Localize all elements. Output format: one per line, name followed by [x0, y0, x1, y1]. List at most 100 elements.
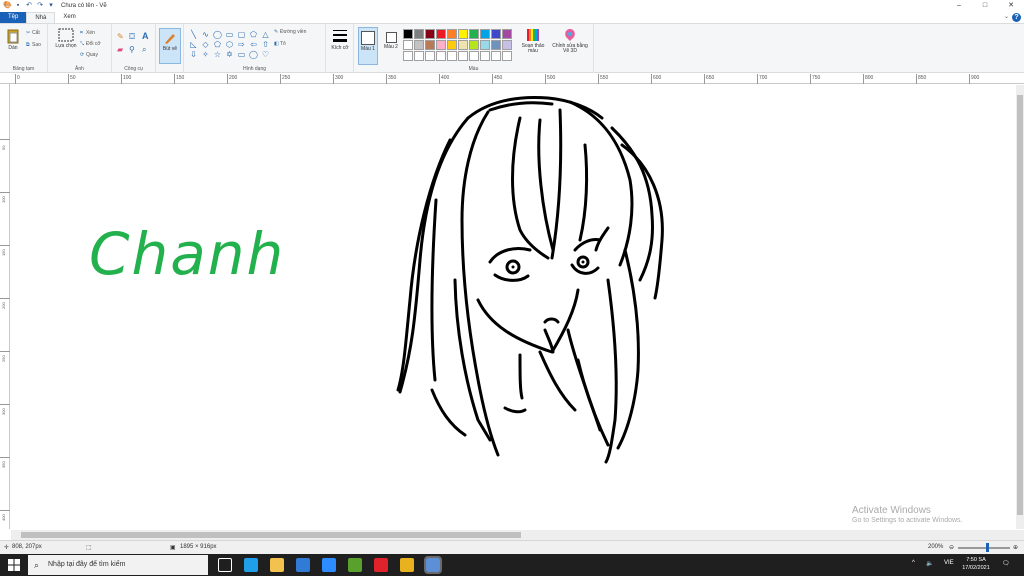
taskbar-app-mail-icon[interactable]	[296, 558, 310, 572]
palette-swatch[interactable]	[414, 51, 424, 61]
palette-swatch[interactable]	[425, 40, 435, 50]
palette-swatch[interactable]	[480, 40, 490, 50]
drawing-canvas[interactable]: Chanh	[11, 85, 1024, 529]
triangle-shape-icon[interactable]: △	[260, 30, 271, 40]
rotate-button[interactable]: ⟳ Quay	[80, 52, 98, 58]
eraser-icon[interactable]: ▰	[117, 45, 123, 54]
color2-button[interactable]: Màu 2	[381, 27, 401, 50]
taskbar-app-zoom-icon[interactable]	[322, 558, 336, 572]
zoom-out-button[interactable]: ⊖	[949, 544, 954, 551]
palette-swatch[interactable]	[447, 51, 457, 61]
tab-file[interactable]: Tệp	[0, 12, 27, 23]
palette-swatch[interactable]	[469, 29, 479, 39]
hexagon-shape-icon[interactable]: ⬡	[224, 40, 235, 50]
palette-swatch[interactable]	[436, 40, 446, 50]
windows-start-icon[interactable]	[8, 559, 20, 571]
taskbar-app-app-green-icon[interactable]	[348, 558, 362, 572]
crop-button[interactable]: ⌗ Xén	[80, 30, 95, 36]
polygon-shape-icon[interactable]: ⬠	[248, 30, 259, 40]
palette-swatch[interactable]	[480, 29, 490, 39]
palette-swatch[interactable]	[491, 40, 501, 50]
right-arrow-shape-icon[interactable]: ⇨	[236, 40, 247, 50]
diamond-shape-icon[interactable]: ◇	[200, 40, 211, 50]
palette-swatch[interactable]	[469, 51, 479, 61]
taskbar-app-edge-icon[interactable]	[244, 558, 258, 572]
taskbar-app-opera-icon[interactable]	[374, 558, 388, 572]
horizontal-scrollbar[interactable]	[11, 530, 1024, 540]
close-button[interactable]: ✕	[998, 0, 1024, 12]
palette-swatch[interactable]	[502, 29, 512, 39]
customize-toolbar-icon[interactable]: ▾	[47, 2, 55, 10]
rectangle-shape-icon[interactable]: ▭	[224, 30, 235, 40]
taskbar-clock[interactable]: 7:50 SA 17/02/2021	[958, 556, 994, 572]
brushes-button[interactable]: Bút vẽ	[159, 28, 181, 64]
palette-swatch[interactable]	[403, 51, 413, 61]
color-picker-icon[interactable]: ⚲	[129, 45, 135, 54]
edit-colors-button[interactable]: Soạn thảo màu	[518, 28, 548, 54]
palette-swatch[interactable]	[458, 51, 468, 61]
palette-swatch[interactable]	[403, 29, 413, 39]
notification-icon[interactable]: 🗨	[1002, 560, 1010, 567]
magnifier-icon[interactable]: ⌕	[142, 45, 146, 55]
vertical-scrollbar[interactable]	[1016, 85, 1024, 529]
resize-button[interactable]: ⤡ Đổi cỡ	[80, 41, 101, 47]
fill-bucket-icon[interactable]: ⛋	[129, 32, 135, 42]
palette-swatch[interactable]	[403, 40, 413, 50]
taskbar-app-chrome-icon[interactable]	[400, 558, 414, 572]
paste-button[interactable]: Dán	[3, 28, 23, 51]
palette-swatch[interactable]	[425, 51, 435, 61]
palette-swatch[interactable]	[502, 40, 512, 50]
taskbar-app-paint-icon[interactable]	[424, 556, 442, 574]
volume-icon[interactable]: 🔈	[926, 560, 933, 567]
maximize-button[interactable]: □	[972, 0, 998, 12]
palette-swatch[interactable]	[436, 29, 446, 39]
size-button[interactable]: Kích cỡ	[329, 28, 351, 51]
help-icon[interactable]: ?	[1012, 13, 1021, 22]
language-indicator[interactable]: VIE	[944, 560, 954, 566]
six-point-star-shape-icon[interactable]: ✡	[224, 50, 235, 60]
text-tool-icon[interactable]: A	[142, 31, 149, 41]
palette-swatch[interactable]	[480, 51, 490, 61]
taskbar-app-file-explorer-icon[interactable]	[270, 558, 284, 572]
palette-swatch[interactable]	[502, 51, 512, 61]
tab-view[interactable]: Xem	[55, 12, 83, 23]
palette-swatch[interactable]	[425, 29, 435, 39]
palette-swatch[interactable]	[491, 29, 501, 39]
heart-shape-icon[interactable]: ♡	[260, 50, 271, 60]
down-arrow-shape-icon[interactable]: ⇩	[188, 50, 199, 60]
outline-button[interactable]: ✎ Đường viền	[274, 29, 306, 35]
oval-callout-shape-icon[interactable]: ◯	[248, 50, 259, 60]
line-shape-icon[interactable]: ╲	[188, 30, 199, 40]
four-point-star-shape-icon[interactable]: ✧	[200, 50, 211, 60]
oval-shape-icon[interactable]: ◯	[212, 30, 223, 40]
palette-swatch[interactable]	[414, 40, 424, 50]
right-triangle-shape-icon[interactable]: ◺	[188, 40, 199, 50]
copy-button[interactable]: ⧉ Sao	[26, 42, 41, 48]
collapse-ribbon-icon[interactable]: ⌄	[1004, 13, 1009, 20]
palette-swatch[interactable]	[469, 40, 479, 50]
palette-swatch[interactable]	[447, 29, 457, 39]
select-button[interactable]: Lựa chọn	[54, 28, 78, 49]
pencil-icon[interactable]: ✎	[117, 32, 124, 41]
palette-swatch[interactable]	[491, 51, 501, 61]
fill-button[interactable]: ◧Tô	[274, 41, 286, 47]
zoom-in-button[interactable]: ⊕	[1013, 544, 1018, 551]
curve-shape-icon[interactable]: ∿	[200, 30, 211, 40]
callout-shape-icon[interactable]: ▭	[236, 50, 247, 60]
minimize-button[interactable]: –	[946, 0, 972, 12]
up-arrow-shape-icon[interactable]: ⇧	[260, 40, 271, 50]
zoom-slider-thumb[interactable]	[986, 543, 989, 552]
taskbar-app-task-view-icon[interactable]	[218, 558, 232, 572]
palette-swatch[interactable]	[458, 40, 468, 50]
save-icon[interactable]: ▪	[14, 2, 22, 10]
edit-paint3d-button[interactable]: Chỉnh sửa bằng Vẽ 3D	[552, 28, 588, 54]
taskbar-search-box[interactable]: ⌕ Nhập tại đây để tìm kiếm	[28, 555, 208, 575]
palette-swatch[interactable]	[458, 29, 468, 39]
five-point-star-shape-icon[interactable]: ☆	[212, 50, 223, 60]
palette-swatch[interactable]	[414, 29, 424, 39]
tray-chevron-icon[interactable]: ^	[912, 560, 915, 566]
undo-icon[interactable]: ↶	[25, 2, 33, 10]
zoom-slider[interactable]	[958, 547, 1010, 549]
redo-icon[interactable]: ↷	[36, 2, 44, 10]
palette-swatch[interactable]	[447, 40, 457, 50]
